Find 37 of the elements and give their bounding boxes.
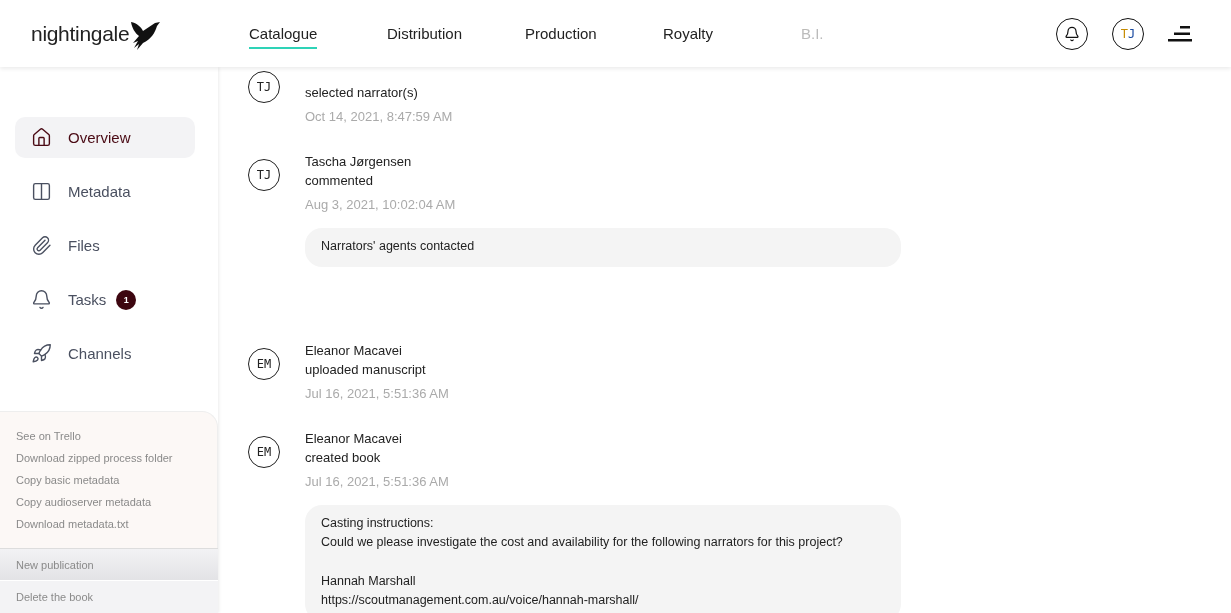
count-badge: 1 xyxy=(116,289,137,310)
paperclip-icon xyxy=(31,235,52,256)
comment-text: https://scoutmanagement.com.au/voice/hannah-marshall/ xyxy=(321,592,640,609)
activity-text: commented xyxy=(305,172,374,190)
comment-text: Narrators' agents contacted xyxy=(321,238,476,255)
menu-icon[interactable] xyxy=(1168,24,1192,43)
comment-text: Could we please investigate the cost and availability for the following narrators for this project? xyxy=(321,534,844,551)
activity-text: created book xyxy=(305,448,382,467)
sidebar-item[interactable]: Overview xyxy=(15,117,195,158)
sidebar-item[interactable]: Tasks 1 xyxy=(15,279,195,320)
nav-tab[interactable]: Catalogue xyxy=(249,18,318,49)
author-name: Eleanor Macavei xyxy=(305,341,403,360)
bell-icon xyxy=(1064,25,1080,42)
timestamp: Jul 16, 2021, 5:51:36 AM xyxy=(305,384,450,403)
nav-tab[interactable]: Distribution xyxy=(387,18,463,49)
activity-text: uploaded manuscript xyxy=(305,360,427,379)
notifications-button[interactable] xyxy=(1056,17,1088,50)
action-link[interactable]: Download zipped process folder xyxy=(0,448,217,470)
author-name: Eleanor Macavei xyxy=(305,429,403,448)
user-avatar-button[interactable]: TJ xyxy=(1112,17,1144,50)
home-icon xyxy=(31,127,52,148)
nav-tab[interactable]: Production xyxy=(525,18,597,49)
rocket-icon xyxy=(31,343,52,364)
sidebar-item[interactable]: Metadata xyxy=(15,171,195,212)
nav-tab[interactable]: Royalty xyxy=(663,18,714,49)
columns-icon xyxy=(31,181,52,202)
author-name: Tascha Jørgensen xyxy=(305,153,413,171)
timestamp: Jul 16, 2021, 5:51:36 AM xyxy=(305,472,450,491)
timestamp: Oct 14, 2021, 8:47:59 AM xyxy=(305,108,454,126)
logo-text: nightingale xyxy=(31,21,130,46)
comment-text: Casting instructions: xyxy=(321,514,435,532)
timestamp: Aug 3, 2021, 10:02:04 AM xyxy=(305,196,457,214)
sidebar-item[interactable]: Files xyxy=(15,225,195,266)
activity-text: selected narrator(s) xyxy=(305,84,419,102)
comment-text: Hannah Marshall xyxy=(321,572,417,590)
sidebar-item[interactable]: Channels xyxy=(15,333,195,374)
bell-icon xyxy=(31,289,52,310)
